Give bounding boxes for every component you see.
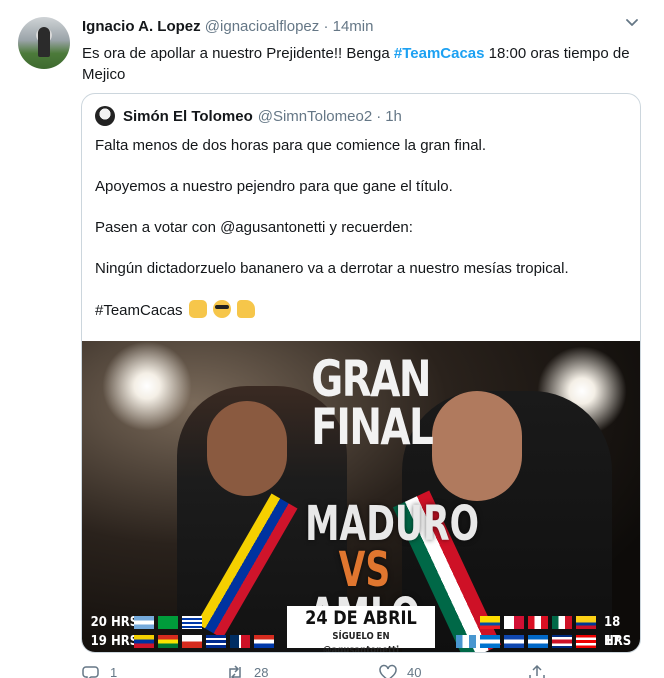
- quoted-paragraph: Pasen a votar con @agusantonetti y recue…: [95, 219, 413, 236]
- honduras-flag-icon: [480, 635, 500, 648]
- argentina-flag-icon: [134, 616, 154, 629]
- reply-icon: [82, 666, 99, 678]
- tweet-text-before: Es ora de apollar a nuestro Prejidente!!…: [82, 45, 394, 62]
- quoted-timestamp: 1h: [385, 107, 402, 125]
- quoted-tweet-header: Simón El Tolomeo @SimnTolomeo2 · 1h: [95, 106, 402, 126]
- poster-date: 24 DE ABRIL: [305, 607, 417, 629]
- retweet-count: 28: [254, 665, 269, 678]
- quoted-tweet-text: Falta menos de dos horas para que comien…: [95, 136, 630, 342]
- tweet-text: Es ora de apollar a nuestro Prejidente!!…: [82, 43, 642, 85]
- quoted-author-avatar: [95, 106, 115, 126]
- retweet-icon: [229, 665, 241, 678]
- left-figure-face: [207, 401, 287, 496]
- heart-icon: [379, 664, 397, 678]
- poster-title-line2: FINAL: [311, 398, 434, 456]
- quoted-paragraph: Apoyemos a nuestro pejendro para que gan…: [95, 178, 453, 195]
- reply-button[interactable]: 1: [82, 664, 117, 678]
- cuba-flag-icon: [206, 635, 226, 648]
- fist-emoji-icon: [188, 300, 207, 318]
- el-salvador-flag-icon: [504, 635, 524, 648]
- share-icon: [529, 664, 545, 678]
- guatemala-flag-icon: [456, 635, 476, 648]
- stadium-light: [102, 341, 192, 431]
- ecuador-flag-icon: [480, 616, 500, 629]
- quoted-hashtag: #TeamCacas: [95, 302, 183, 319]
- like-button[interactable]: 40: [379, 664, 421, 678]
- thumbs-up-emoji-icon: [237, 300, 256, 318]
- brazil-flag-icon: [158, 616, 178, 629]
- author-handle[interactable]: @ignacioalflopez: [205, 18, 319, 35]
- poster-title: GRAN FINAL: [311, 350, 434, 456]
- right-figure-face: [432, 391, 522, 501]
- poster-follow: SÍGUELO EN @agusantonetti: [323, 631, 399, 653]
- venezuela-flag-icon: [134, 635, 154, 648]
- poster-date-box: 24 DE ABRIL SÍGUELO EN @agusantonetti: [287, 606, 435, 652]
- mexico-flag-icon: [552, 616, 572, 629]
- costa-rica-flag-icon: [552, 635, 572, 648]
- hashtag-link[interactable]: #TeamCacas: [394, 45, 485, 62]
- tweet-timestamp[interactable]: 14min: [333, 18, 374, 35]
- nicaragua-flag-icon: [528, 635, 548, 648]
- reply-count: 1: [110, 665, 118, 678]
- share-button[interactable]: [528, 664, 546, 678]
- tweet: Ignacio A. Lopez @ignacioalflopez · 14mi…: [0, 0, 664, 678]
- poster-hours: 19 HRS: [90, 634, 139, 649]
- quoted-tweet[interactable]: Simón El Tolomeo @SimnTolomeo2 · 1h Falt…: [81, 93, 641, 653]
- paraguay-flag-icon: [254, 635, 274, 648]
- sunglasses-emoji-icon: [212, 300, 231, 318]
- chevron-down-icon[interactable]: [625, 17, 639, 29]
- uruguay-flag-icon: [182, 616, 202, 629]
- poster-hours: 20 HRS: [90, 615, 139, 630]
- poster-hours: 17 HRS: [604, 634, 621, 649]
- quoted-author-handle: @SimnTolomeo2: [257, 107, 373, 125]
- quoted-hashtag-line: #TeamCacas: [95, 300, 630, 321]
- tweet-actions: 1 28 40: [82, 664, 562, 678]
- author-avatar[interactable]: [18, 17, 70, 69]
- quoted-author-name: Simón El Tolomeo: [123, 107, 253, 125]
- colombia-flag-icon: [576, 616, 596, 629]
- quoted-paragraph: Falta menos de dos horas para que comien…: [95, 137, 487, 154]
- separator-dot: ·: [323, 18, 329, 35]
- like-count: 40: [407, 665, 422, 678]
- retweet-button[interactable]: 28: [226, 664, 268, 678]
- author-name[interactable]: Ignacio A. Lopez: [82, 18, 201, 35]
- dominican-flag-icon: [230, 635, 250, 648]
- separator-dot: ·: [376, 107, 382, 125]
- bolivia-flag-icon: [158, 635, 178, 648]
- panama-flag-icon: [504, 616, 524, 629]
- peru-flag-icon: [528, 616, 548, 629]
- poster-title-line1: GRAN: [311, 350, 431, 408]
- poster-name-left: MADURO: [305, 496, 479, 552]
- quoted-paragraph: Ningún dictadorzuelo bananero va a derro…: [95, 260, 569, 277]
- puerto-rico-flag-icon: [576, 635, 596, 648]
- tweet-header: Ignacio A. Lopez @ignacioalflopez · 14mi…: [82, 18, 373, 35]
- poster-image[interactable]: GRAN FINAL MADURO VS AMLO 24 DE ABRIL SÍ…: [82, 341, 640, 652]
- chile-flag-icon: [182, 635, 202, 648]
